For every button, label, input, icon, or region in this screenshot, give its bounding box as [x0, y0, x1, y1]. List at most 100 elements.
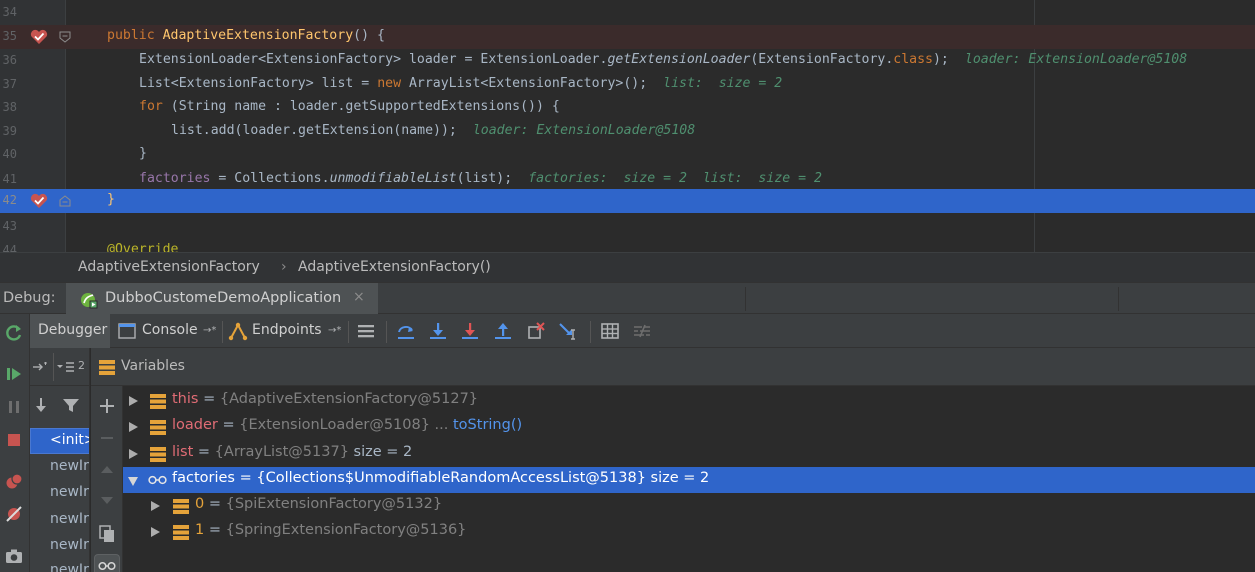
expand-triangle-icon[interactable]: [151, 527, 160, 537]
frame-item[interactable]: newIr: [30, 507, 89, 533]
expand-triangle-icon[interactable]: [129, 449, 138, 459]
field-icon: [173, 525, 189, 540]
code-line-40[interactable]: 40 }: [0, 143, 1255, 167]
toolbar-divider: [222, 321, 223, 343]
tab-console[interactable]: Console: [142, 322, 198, 338]
line-number: 44: [2, 243, 17, 252]
code-text: @Override: [107, 242, 179, 252]
add-watch-icon[interactable]: [97, 396, 117, 416]
run-config-tab[interactable]: DubboCustomeDemoApplication ×: [66, 283, 378, 314]
code-text: }: [107, 192, 115, 207]
line-number: 42: [2, 193, 17, 207]
endpoints-icon: [228, 322, 248, 341]
force-step-into-icon[interactable]: [460, 321, 480, 341]
step-out-icon[interactable]: [493, 321, 513, 341]
trace-current-stream-icon[interactable]: [632, 321, 652, 341]
thread-count: 2: [78, 359, 85, 372]
expand-triangle-icon[interactable]: [129, 396, 138, 406]
variables-header: Variables: [91, 348, 1255, 386]
toolbar-divider: [348, 321, 349, 343]
expand-triangle-icon[interactable]: [151, 501, 160, 511]
tab-debugger[interactable]: Debugger: [30, 314, 110, 348]
fold-icon[interactable]: [59, 195, 71, 207]
evaluate-expression-icon[interactable]: [600, 321, 620, 341]
line-number: 34: [2, 5, 17, 19]
code-line-42-current[interactable]: 42 }: [0, 189, 1255, 213]
tab-endpoints[interactable]: Endpoints: [252, 322, 322, 338]
debug-label: Debug:: [3, 290, 56, 306]
variable-row-factories[interactable]: factories = {Collections$UnmodifiableRan…: [123, 467, 1255, 493]
breakpoint-check-icon[interactable]: [30, 29, 48, 45]
frames-header: 2: [30, 348, 89, 386]
code-line-37[interactable]: 37 List<ExtensionFactory> list = new Arr…: [0, 73, 1255, 97]
debug-actions-strip: [0, 314, 30, 572]
breakpoint-check-icon[interactable]: [30, 193, 48, 209]
frame-item[interactable]: newIr: [30, 454, 89, 480]
mute-breakpoints-icon[interactable]: [4, 504, 24, 524]
header-divider: [745, 287, 746, 311]
stop-icon[interactable]: [4, 430, 24, 450]
arrow-down-icon[interactable]: [32, 396, 50, 414]
camera-icon[interactable]: [4, 546, 24, 566]
frame-item-selected[interactable]: <init>: [30, 428, 89, 454]
variable-row-item-1[interactable]: 1 = {SpringExtensionFactory@5136}: [123, 519, 1255, 545]
debugger-toolbar: Debugger Console →* Endpoints →*: [30, 314, 1255, 348]
variable-row-list[interactable]: list = {ArrayList@5137} size = 2: [123, 441, 1255, 467]
toolbar-divider: [590, 321, 591, 343]
view-breakpoints-icon[interactable]: [4, 472, 24, 492]
variables-icon: [99, 360, 115, 375]
code-line-38[interactable]: 38 for (String name : loader.getSupporte…: [0, 96, 1255, 120]
frame-item[interactable]: newIr: [30, 533, 89, 559]
breadcrumb-method[interactable]: AdaptiveExtensionFactory(): [298, 259, 491, 275]
collapse-triangle-icon[interactable]: [128, 477, 138, 486]
line-number: 37: [2, 77, 17, 91]
variable-row-item-0[interactable]: 0 = {SpiExtensionFactory@5132}: [123, 493, 1255, 519]
frame-item[interactable]: newIr: [30, 480, 89, 506]
filter-icon[interactable]: [62, 396, 80, 414]
code-line-39[interactable]: 39 list.add(loader.getExtension(name)); l…: [0, 120, 1255, 144]
step-into-icon[interactable]: [428, 321, 448, 341]
move-up-icon[interactable]: [97, 460, 117, 480]
tostring-link[interactable]: toString(): [453, 417, 522, 433]
line-number: 40: [2, 147, 17, 161]
variable-row-loader[interactable]: loader = {ExtensionLoader@5108} ... toSt…: [123, 414, 1255, 440]
step-over-icon[interactable]: [396, 321, 416, 341]
code-line-44[interactable]: 44 @Override: [0, 239, 1255, 252]
code-editor[interactable]: 34 35 public AdaptiveExtensionFactory() …: [0, 0, 1255, 252]
code-line-43[interactable]: 43: [0, 215, 1255, 239]
threads-dropdown-icon[interactable]: [56, 361, 76, 373]
inline-debug-value: loader: ExtensionLoader@5108: [964, 52, 1188, 67]
close-tab-icon[interactable]: ×: [353, 289, 365, 305]
move-down-icon[interactable]: [97, 490, 117, 510]
watch-glasses-icon: [148, 475, 167, 485]
fold-icon[interactable]: [59, 31, 71, 43]
code-line-36[interactable]: 36 ExtensionLoader<ExtensionFactory> loa…: [0, 49, 1255, 73]
show-execution-point-icon[interactable]: [356, 321, 376, 341]
thread-pin-icon[interactable]: [32, 361, 50, 373]
drop-frame-icon[interactable]: [526, 321, 546, 341]
code-line-34[interactable]: 34: [0, 1, 1255, 25]
rerun-icon[interactable]: [4, 323, 24, 343]
pause-icon[interactable]: [4, 397, 24, 417]
frames-panel: 2 <init> newIr newIr newIr newIr newIr: [30, 348, 90, 572]
copy-icon[interactable]: [97, 524, 117, 544]
code-text: public AdaptiveExtensionFactory() {: [107, 28, 385, 43]
code-line-35[interactable]: 35 public AdaptiveExtensionFactory() {: [0, 25, 1255, 49]
resume-icon[interactable]: [4, 364, 24, 384]
breadcrumb-class[interactable]: AdaptiveExtensionFactory: [78, 259, 260, 275]
console-pin-icon[interactable]: →*: [203, 325, 216, 336]
inline-debug-value: loader: ExtensionLoader@5108: [472, 123, 696, 138]
frame-item[interactable]: newIr: [30, 558, 89, 572]
expand-triangle-icon[interactable]: [129, 422, 138, 432]
field-icon: [150, 420, 166, 435]
line-number: 41: [2, 172, 17, 186]
remove-watch-icon[interactable]: [97, 428, 117, 448]
code-text: }: [139, 146, 147, 161]
variable-row-this[interactable]: this = {AdaptiveExtensionFactory@5127}: [123, 388, 1255, 414]
endpoints-pin-icon[interactable]: →*: [328, 325, 341, 336]
variable-text: this = {AdaptiveExtensionFactory@5127}: [172, 391, 479, 407]
header-divider: [1118, 287, 1119, 311]
run-to-cursor-icon[interactable]: [558, 321, 578, 341]
field-icon: [150, 394, 166, 409]
watches-toggle[interactable]: [94, 554, 120, 572]
